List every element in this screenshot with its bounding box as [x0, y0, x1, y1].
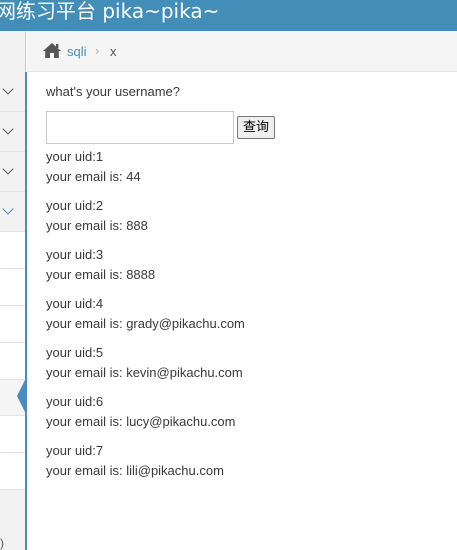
- result-item: your uid:2 your email is: 888: [46, 196, 148, 236]
- sidebar-active-border: [25, 72, 27, 550]
- sidebar-subitem-2[interactable]: [0, 269, 25, 306]
- result-item: your uid:1 your email is: 44: [46, 147, 141, 187]
- top-navbar: 网练习平台 pika~pika~: [0, 0, 457, 31]
- sidebar-subitem-7[interactable]: [0, 453, 25, 490]
- sidebar-subitem-6[interactable]: [0, 416, 25, 453]
- app-title: 网练习平台 pika~pika~: [0, 0, 220, 23]
- uid-text: your uid:3: [46, 247, 104, 262]
- result-item: your uid:3 your email is: 8888: [46, 245, 155, 285]
- breadcrumb: sqli › x: [27, 31, 457, 72]
- email-text: your email is: 44: [46, 169, 141, 184]
- chevron-down-icon: [2, 203, 14, 215]
- chevron-down-icon: [2, 83, 14, 95]
- email-text: your email is: grady@pikachu.com: [46, 316, 245, 331]
- result-item: your uid:7 your email is: lili@pikachu.c…: [46, 441, 224, 481]
- sidebar-subitem-3[interactable]: [0, 306, 25, 343]
- email-text: your email is: 888: [46, 218, 148, 233]
- home-icon[interactable]: [43, 43, 61, 63]
- chevron-down-icon: [2, 163, 14, 175]
- email-text: your email is: 8888: [46, 267, 156, 282]
- email-text: your email is: kevin@pikachu.com: [46, 365, 243, 380]
- uid-text: your uid:1: [46, 149, 104, 164]
- result-item: your uid:6 your email is: lucy@pikachu.c…: [46, 392, 235, 432]
- sidebar-subitem-4[interactable]: [0, 343, 25, 380]
- chevron-down-icon: [2, 123, 14, 135]
- uid-text: your uid:2: [46, 198, 104, 213]
- breadcrumb-separator-icon: ›: [95, 43, 100, 58]
- uid-text: your uid:4: [46, 296, 104, 311]
- uid-text: your uid:5: [46, 345, 104, 360]
- uid-text: your uid:7: [46, 443, 104, 458]
- result-item: your uid:5 your email is: kevin@pikachu.…: [46, 343, 243, 383]
- sidebar-item-3[interactable]: [0, 152, 25, 192]
- sidebar-item-1[interactable]: [0, 72, 25, 112]
- username-question: what's your username?: [46, 84, 180, 99]
- active-item-arrow-icon: [17, 378, 26, 414]
- breadcrumb-current: x: [110, 44, 117, 59]
- result-item: your uid:4 your email is: grady@pikachu.…: [46, 294, 245, 334]
- sidebar-bottom-text: ): [0, 536, 4, 550]
- sidebar-item-2[interactable]: [0, 112, 25, 152]
- email-text: your email is: lucy@pikachu.com: [46, 414, 236, 429]
- breadcrumb-link-sqli[interactable]: sqli: [67, 44, 87, 59]
- query-button[interactable]: 查询: [237, 116, 275, 139]
- username-input[interactable]: [46, 111, 234, 144]
- sidebar-subitem-1[interactable]: [0, 232, 25, 269]
- uid-text: your uid:6: [46, 394, 104, 409]
- sidebar-item-open[interactable]: [0, 192, 25, 232]
- email-text: your email is: lili@pikachu.com: [46, 463, 224, 478]
